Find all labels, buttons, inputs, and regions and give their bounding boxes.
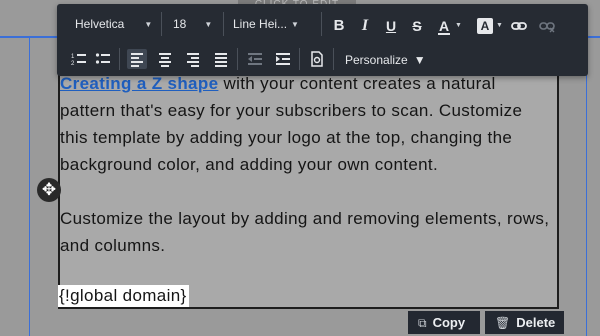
align-justify-icon[interactable] <box>211 49 231 69</box>
align-center-icon[interactable] <box>155 49 175 69</box>
toolbar-divider <box>223 12 224 36</box>
bold-icon[interactable]: B <box>329 16 349 36</box>
text-content[interactable]: Creating a Z shape with your content cre… <box>60 70 552 259</box>
personalize-label: Personalize <box>345 53 408 67</box>
align-left-icon[interactable] <box>127 49 147 69</box>
toolbar-divider <box>237 48 238 70</box>
toolbar-divider <box>321 12 322 36</box>
ordered-list-icon[interactable]: 12 <box>69 49 89 69</box>
text-format-toolbar: Helvetica ▼ 18 ▼ Line Hei... ▼ B I U S A ▼ … <box>57 4 588 76</box>
selection-guide-top-left <box>0 36 57 38</box>
paragraph-2: Customize the layout by adding and remov… <box>60 209 550 255</box>
link-icon[interactable] <box>509 16 529 36</box>
delete-label: Delete <box>516 315 556 330</box>
content-link[interactable]: Creating a Z shape <box>60 74 218 93</box>
chevron-down-icon: ▼ <box>413 53 426 67</box>
font-color-icon[interactable]: A <box>434 16 454 36</box>
font-size-value: 18 <box>173 17 187 31</box>
outdent-icon[interactable] <box>245 49 265 69</box>
chevron-down-icon: ▼ <box>455 22 462 29</box>
highlight-color-icon[interactable]: A <box>475 16 495 36</box>
font-family-value: Helvetica <box>75 17 125 31</box>
selection-guide-top-right <box>588 36 600 38</box>
copy-icon: ⧉ <box>418 316 427 330</box>
toolbar-divider <box>161 12 162 36</box>
selection-guide-right <box>586 36 587 336</box>
toolbar-divider <box>333 48 334 70</box>
indent-icon[interactable] <box>273 49 293 69</box>
underline-icon[interactable]: U <box>381 16 401 36</box>
personalize-dropdown[interactable]: Personalize ▼ <box>345 50 426 70</box>
unordered-list-icon[interactable] <box>93 49 113 69</box>
highlight-color-swatch: A <box>477 18 493 34</box>
chevron-down-icon: ▼ <box>291 20 299 29</box>
line-height-select[interactable]: Line Hei... ▼ <box>233 14 299 34</box>
toolbar-divider <box>299 48 300 70</box>
strikethrough-icon[interactable]: S <box>407 16 427 36</box>
font-family-select[interactable]: Helvetica ▼ <box>75 14 152 34</box>
copy-button[interactable]: ⧉ Copy <box>408 311 480 334</box>
unlink-icon[interactable] <box>537 16 557 36</box>
move-handle-icon[interactable]: ✥ <box>37 178 61 202</box>
chevron-down-icon: ▼ <box>496 22 503 29</box>
paragraph-1: Creating a Z shape with your content cre… <box>60 70 552 178</box>
merge-tag-global-domain[interactable]: {!global domain} <box>58 285 189 307</box>
svg-text:1: 1 <box>71 54 75 60</box>
svg-text:2: 2 <box>71 61 75 67</box>
source-code-icon[interactable] <box>307 49 327 69</box>
chevron-down-icon: ▼ <box>144 20 153 29</box>
chevron-down-icon: ▼ <box>204 20 213 29</box>
toolbar-divider <box>119 48 120 70</box>
line-height-value: Line Hei... <box>233 17 288 31</box>
align-right-icon[interactable] <box>183 49 203 69</box>
italic-icon[interactable]: I <box>355 16 375 36</box>
delete-button[interactable]: 🗑 Delete <box>485 311 564 334</box>
trash-icon: 🗑 <box>495 316 511 330</box>
font-size-select[interactable]: 18 ▼ <box>173 14 212 34</box>
copy-label: Copy <box>432 315 466 330</box>
selection-guide-left <box>29 36 30 336</box>
